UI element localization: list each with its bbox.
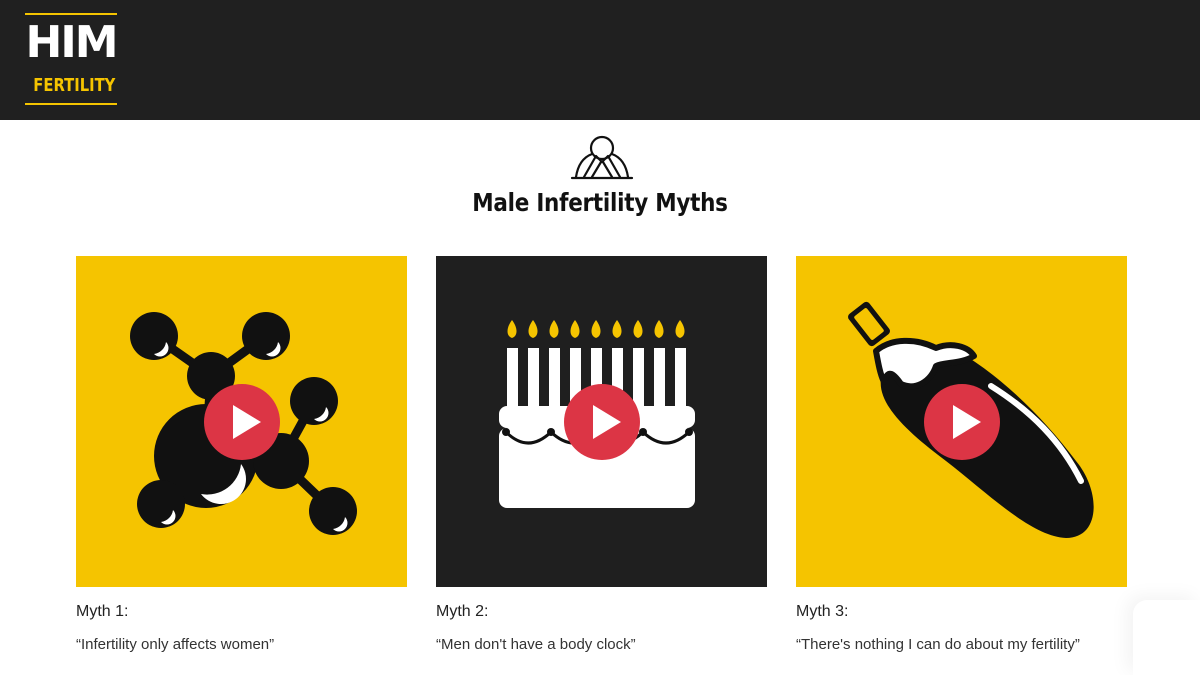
logo-text-him: HIM <box>25 17 119 68</box>
play-button-2[interactable] <box>564 384 640 460</box>
video-thumbnail-3[interactable] <box>796 256 1127 587</box>
section-title: Male Infertility Myths <box>472 188 728 217</box>
myth-quote: “Men don't have a body clock” <box>436 636 636 653</box>
myth-quote: “Infertility only affects women” <box>76 636 275 653</box>
myth-label: Myth 1: <box>76 603 129 620</box>
him-fertility-logo[interactable]: HIM FERTILITY <box>25 13 119 105</box>
play-button-1[interactable] <box>204 384 280 460</box>
myth-quote: “There's nothing I can do about my ferti… <box>796 636 1080 653</box>
myth-label: Myth 3: <box>796 603 849 620</box>
myth-card-1: Myth 1: “Infertility only affects women” <box>76 256 407 653</box>
site-header: HIM FERTILITY <box>0 0 1200 120</box>
play-button-3[interactable] <box>924 384 1000 460</box>
logo-top-rule <box>25 13 117 15</box>
play-icon <box>593 405 621 439</box>
floating-widget-edge <box>1133 600 1200 675</box>
myth-card-2: Myth 2: “Men don't have a body clock” <box>436 256 767 653</box>
play-icon <box>953 405 981 439</box>
logo-bottom-rule <box>25 103 117 105</box>
hands-over-face-icon <box>570 132 634 182</box>
video-thumbnail-2[interactable] <box>436 256 767 587</box>
play-icon <box>233 405 261 439</box>
video-thumbnail-1[interactable] <box>76 256 407 587</box>
myth-label: Myth 2: <box>436 603 489 620</box>
myth-card-3: Myth 3: “There's nothing I can do about … <box>796 256 1127 653</box>
logo-text-fertility: FERTILITY <box>33 75 116 96</box>
